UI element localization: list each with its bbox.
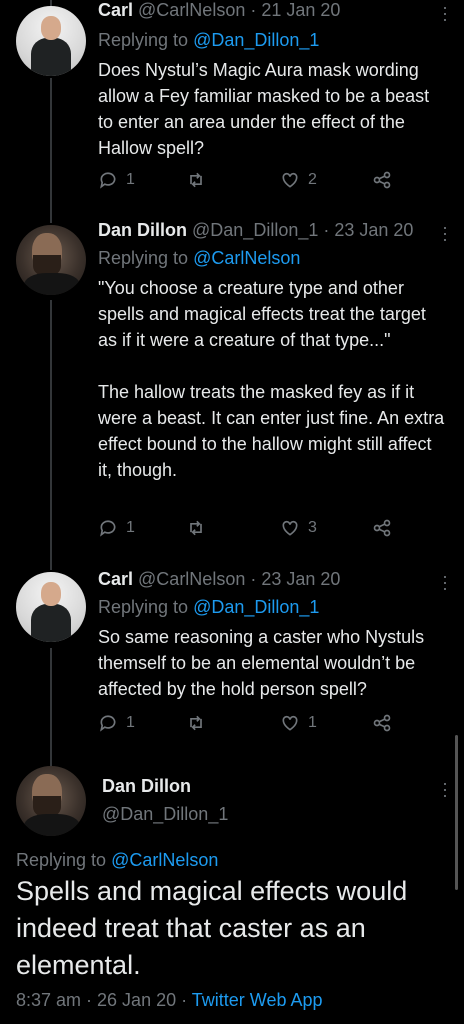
author-name[interactable]: Dan Dillon <box>98 220 187 240</box>
thread-line <box>50 300 52 570</box>
like-count: 2 <box>308 171 317 188</box>
reply-count: 1 <box>126 519 135 536</box>
replying-to-label: Replying to <box>98 248 189 268</box>
replying-to-label: Replying to <box>16 850 107 870</box>
author-name[interactable]: Dan Dillon <box>102 776 191 797</box>
tweet-text: "You choose a creature type and other sp… <box>98 278 445 480</box>
thread-line <box>50 78 52 223</box>
like-button[interactable]: 1 <box>280 713 317 733</box>
author-handle[interactable]: @Dan_Dillon_1 <box>102 804 228 825</box>
replying-to-handle[interactable]: @CarlNelson <box>111 850 218 870</box>
tweet-timestamp: 8:37 am · 26 Jan 20 · Twitter Web App <box>16 990 323 1011</box>
author-handle[interactable]: @Dan_Dillon_1 <box>192 220 318 240</box>
reply-icon <box>100 172 116 189</box>
retweet-icon <box>190 715 202 731</box>
tweet-header: Carl @CarlNelson · 21 Jan 20 <box>98 0 340 21</box>
retweet-button[interactable] <box>186 518 214 538</box>
tweet-text: So same reasoning a caster who Nystuls t… <box>98 627 430 699</box>
action-bar: 1 1 <box>98 713 398 737</box>
reply-button[interactable]: 1 <box>98 170 135 190</box>
avatar[interactable] <box>16 6 86 76</box>
like-icon <box>282 520 298 536</box>
tweet-text: Does Nystul’s Magic Aura mask wording al… <box>98 60 435 158</box>
replying-to-handle[interactable]: @Dan_Dillon_1 <box>193 30 319 50</box>
more-icon[interactable]: · · · <box>442 218 448 248</box>
tweet-text: Spells and magical effects would indeed … <box>16 876 408 980</box>
more-icon[interactable]: · · · <box>442 774 448 804</box>
author-name[interactable]: Carl <box>98 0 133 20</box>
replying-to: Replying to @Dan_Dillon_1 <box>98 597 319 618</box>
avatar[interactable] <box>16 572 86 642</box>
like-count: 3 <box>308 519 317 536</box>
like-icon <box>282 172 298 188</box>
share-icon <box>373 171 391 189</box>
tweet-source[interactable]: Twitter Web App <box>192 990 323 1010</box>
tweet-date[interactable]: · 21 Jan 20 <box>250 0 340 20</box>
share-button[interactable] <box>372 713 392 733</box>
reply-count: 1 <box>126 171 135 188</box>
tweet-time[interactable]: 8:37 am · 26 Jan 20 · <box>16 990 187 1010</box>
retweet-icon <box>190 172 202 188</box>
share-button[interactable] <box>372 170 392 190</box>
reply-icon <box>100 715 116 732</box>
share-icon <box>373 714 391 732</box>
tweet-header: Carl @CarlNelson · 23 Jan 20 <box>98 569 340 590</box>
retweet-button[interactable] <box>186 170 214 190</box>
replying-to: Replying to @CarlNelson <box>16 850 218 871</box>
share-icon <box>373 519 391 537</box>
retweet-button[interactable] <box>186 713 214 733</box>
tweet-date[interactable]: · 23 Jan 20 <box>250 569 340 589</box>
reply-count: 1 <box>126 714 135 731</box>
action-bar: 1 3 <box>98 518 398 542</box>
like-button[interactable]: 3 <box>280 518 317 538</box>
share-button[interactable] <box>372 518 392 538</box>
scrollbar[interactable] <box>455 735 458 890</box>
like-button[interactable]: 2 <box>280 170 317 190</box>
tweet-header: Dan Dillon @Dan_Dillon_1 · 23 Jan 20 <box>98 220 413 241</box>
replying-to-handle[interactable]: @Dan_Dillon_1 <box>193 597 319 617</box>
author-handle[interactable]: @CarlNelson <box>138 0 245 20</box>
retweet-icon <box>190 520 202 536</box>
author-name[interactable]: Carl <box>98 569 133 589</box>
avatar[interactable] <box>16 766 86 836</box>
thread-line <box>50 648 52 766</box>
like-count: 1 <box>308 714 317 731</box>
replying-to-handle[interactable]: @CarlNelson <box>193 248 300 268</box>
reply-button[interactable]: 1 <box>98 713 135 733</box>
action-bar: 1 2 <box>98 170 398 194</box>
more-icon[interactable]: · · · <box>442 0 448 28</box>
reply-icon <box>100 520 116 537</box>
replying-to: Replying to @CarlNelson <box>98 248 300 269</box>
author-handle[interactable]: @CarlNelson <box>138 569 245 589</box>
replying-to-label: Replying to <box>98 597 189 617</box>
reply-button[interactable]: 1 <box>98 518 135 538</box>
replying-to: Replying to @Dan_Dillon_1 <box>98 30 319 51</box>
more-icon[interactable]: · · · <box>442 567 448 597</box>
like-icon <box>282 715 298 731</box>
avatar[interactable] <box>16 225 86 295</box>
tweet-date[interactable]: · 23 Jan 20 <box>323 220 413 240</box>
replying-to-label: Replying to <box>98 30 189 50</box>
